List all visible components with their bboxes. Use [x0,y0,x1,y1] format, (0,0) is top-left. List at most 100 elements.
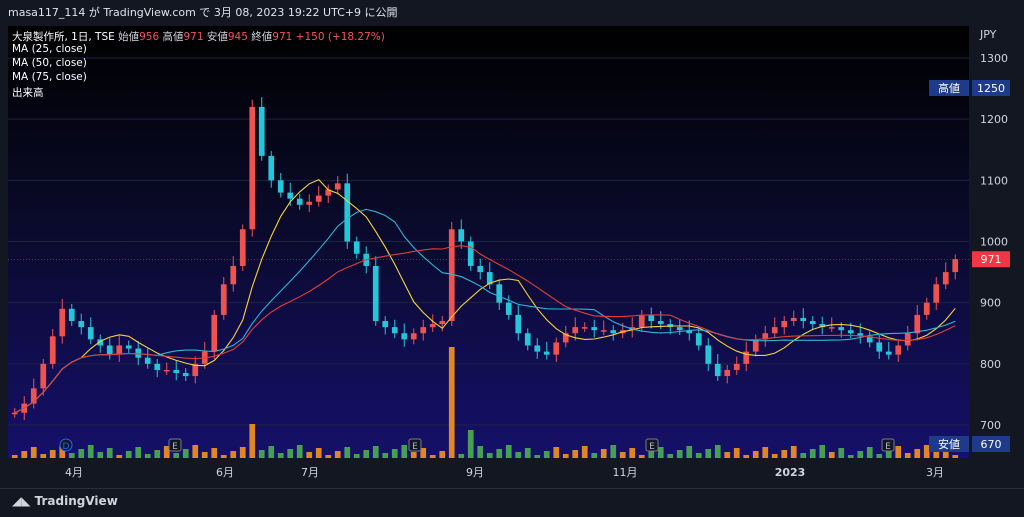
volume-bar [743,455,750,458]
candle-body [790,317,797,322]
volume-bar [277,453,284,458]
candle-body [676,327,683,331]
candle-body [315,195,322,202]
candle-body [923,302,930,315]
candle-body [467,241,474,266]
candle-body [401,333,408,340]
candle-body [591,327,598,331]
volume-bar [667,454,674,458]
candle-body [496,284,503,303]
low-tag-value: 670 [981,438,1002,451]
volume-bar [800,453,807,458]
candle-body [154,363,161,370]
volume-bar [857,451,864,458]
volume-bar [933,452,940,458]
volume-bar [391,449,398,458]
volume-bar [467,430,474,458]
y-tick-label: 1000 [980,236,1008,249]
candle-body [771,327,778,334]
volume-bar [876,454,883,458]
volume-bar [904,453,911,458]
candle-body [543,351,550,355]
candle-body [828,327,835,329]
candle-body [838,327,845,331]
x-tick-label: 3月 [926,466,944,479]
legend-ma50[interactable]: MA (50, close) [12,57,87,69]
volume-bar [249,424,256,458]
high-tag-value: 1250 [977,82,1005,95]
volume-bar [828,452,835,458]
legend-ma25[interactable]: MA (25, close) [12,43,87,55]
volume-bar [135,447,142,458]
volume-bar [401,445,408,458]
candle-body [391,327,398,334]
candle-body [942,272,949,285]
volume-bar [486,453,493,458]
candle-body [781,321,788,328]
volume-bar [534,455,541,458]
legend-volume[interactable]: 出来高 [12,85,44,100]
candle-body [714,363,721,377]
candle-body [268,155,275,181]
volume-bar [68,453,75,458]
candle-body [277,180,284,193]
candle-body [382,321,389,328]
legend-low-value: 945 [227,31,248,43]
candle-body [524,333,531,346]
y-tick-label: 1200 [980,113,1008,126]
candle-body [49,336,56,364]
earnings-marker-label: E [649,442,655,452]
candle-body [800,317,807,322]
candle-body [477,265,484,273]
volume-bar [914,449,921,458]
x-tick-label: 9月 [466,466,484,479]
candle-body [420,327,427,334]
volume-bar [600,449,607,458]
tradingview-logo-icon: ◢◣ [12,494,35,508]
volume-bar [610,445,617,458]
candle-body [885,351,892,355]
volume-bar [87,445,94,458]
volume-bar [705,449,712,458]
volume-bar [448,347,455,458]
candle-body [249,106,256,230]
volume-bar [676,450,683,458]
volume-bar [239,447,246,458]
volume-bar [505,445,512,458]
y-tick-label: 1300 [980,52,1008,65]
candle-body [933,284,940,303]
volume-bar [116,455,123,458]
candle-body [904,333,911,346]
candle-body [914,314,921,334]
candle-body [59,308,66,337]
volume-bar [515,452,522,458]
volume-bar [211,448,218,458]
candle-body [306,201,313,205]
y-tick-label: 1100 [980,174,1008,187]
candle-body [439,321,446,325]
tradingview-logo[interactable]: ◢◣ TradingView [12,494,118,508]
candle-body [515,314,522,334]
legend-ma75[interactable]: MA (75, close) [12,71,87,83]
candlestick-chart: 700 800 900 1000 1100 1200 1300 JPY 4月 6月 7月 9月 11月 2… [8,28,1010,479]
currency-label: JPY [979,28,997,41]
legend-symbol: 大泉製作所, 1日, TSE [12,31,115,43]
volume-bar [230,451,237,458]
candle-body [40,363,47,389]
candle-body [144,357,151,364]
volume-bar [714,445,721,458]
earnings-marker-label: E [412,442,418,452]
volume-bar [106,448,113,458]
earnings-marker-label: E [172,442,178,452]
low-tag-label: 安値 [938,437,960,451]
volume-bar [638,455,645,458]
ma50-line [14,208,956,414]
volume-bar [866,447,873,458]
volume-bar [192,445,199,458]
legend-open-value: 956 [139,31,160,43]
volume-bar [895,446,902,458]
volume-bar [648,451,655,458]
volume-bar [819,445,826,458]
candle-body [809,321,816,325]
candle-body [638,314,645,328]
